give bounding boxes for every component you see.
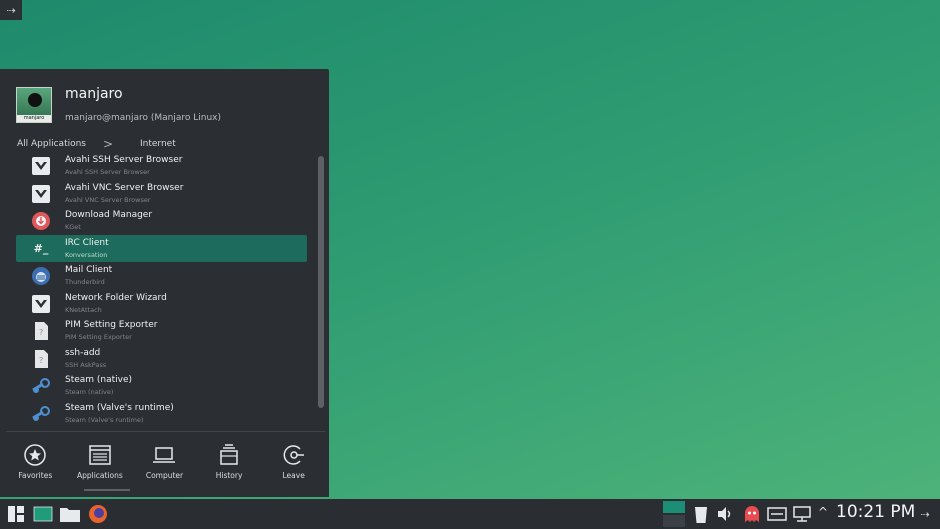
history-icon: [220, 444, 238, 465]
list-item[interactable]: Steam (native) Steam (native): [16, 372, 307, 400]
arrow-right-icon: ⇢: [6, 3, 16, 17]
steam-icon: [31, 404, 51, 424]
app-name: Avahi SSH Server Browser: [65, 155, 183, 165]
breadcrumb-all-applications[interactable]: All Applications: [17, 139, 86, 149]
tab-applications[interactable]: Applications: [68, 439, 133, 485]
app-subtitle: PIM Setting Exporter: [65, 333, 132, 341]
app-name: Network Folder Wizard: [65, 292, 167, 303]
application-launcher: manjaro manjaro manjaro@manjaro (Manjaro…: [0, 69, 329, 497]
app-name: Avahi VNC Server Browser: [65, 182, 184, 193]
breadcrumb-internet[interactable]: Internet: [140, 139, 176, 149]
app-name: IRC Client: [65, 237, 109, 248]
trash-icon[interactable]: [689, 502, 713, 526]
star-icon: [24, 444, 47, 466]
list-item[interactable]: Network Folder Wizard KNetAttach: [16, 290, 307, 318]
app-name: Steam (Valve's runtime): [65, 402, 174, 413]
svg-text:?: ?: [39, 328, 43, 337]
launcher-tabs: Favorites Applications Computer History …: [3, 439, 326, 485]
device-notifier-icon[interactable]: [765, 502, 789, 526]
app-list: Avahi SSH Server Browser Avahi SSH Serve…: [16, 152, 307, 428]
desktop-2[interactable]: [663, 515, 685, 527]
username: manjaro: [65, 86, 123, 102]
app-name: Steam (native): [65, 375, 133, 385]
network-icon[interactable]: [790, 502, 814, 526]
tab-leave[interactable]: Leave: [261, 439, 326, 485]
manjaro-launcher-icon[interactable]: [4, 502, 28, 526]
list-item[interactable]: Avahi VNC Server Browser Avahi VNC Serve…: [16, 180, 307, 208]
generic-file-icon: ?: [31, 321, 51, 341]
tab-computer[interactable]: Computer: [132, 439, 197, 485]
list-item[interactable]: Download Manager KGet: [16, 207, 307, 235]
tab-label: Applications: [76, 471, 123, 480]
app-subtitle: KNetAttach: [65, 305, 102, 314]
app-subtitle: SSH AskPass: [65, 360, 107, 369]
applications-icon: [89, 445, 111, 465]
app-name: Mail Client: [65, 265, 113, 275]
active-tab-indicator: [84, 489, 130, 491]
app-subtitle: Avahi SSH Server Browser: [65, 168, 150, 176]
update-notifier-icon[interactable]: [740, 502, 764, 526]
divider: [6, 431, 325, 432]
list-item[interactable]: Avahi SSH Server Browser Avahi SSH Serve…: [16, 152, 307, 180]
tab-favorites[interactable]: Favorites: [3, 439, 68, 485]
avatar[interactable]: manjaro: [16, 87, 52, 123]
app-subtitle: Konversation: [65, 250, 108, 259]
panel-settings-icon[interactable]: ⇢: [914, 502, 936, 526]
app-list-scrollbar[interactable]: [318, 156, 324, 408]
steam-icon: [31, 376, 51, 396]
user-host: manjaro@manjaro (Manjaro Linux): [65, 113, 222, 123]
knetattach-icon: [31, 294, 51, 314]
app-subtitle: Steam (Valve's runtime): [65, 415, 144, 424]
desktop-toolbox-button[interactable]: ⇢: [0, 0, 22, 20]
firefox-icon[interactable]: [86, 502, 110, 526]
list-item[interactable]: Mail Client Thunderbird: [16, 262, 307, 290]
app-name: Download Manager: [65, 210, 153, 220]
tab-label: Favorites: [18, 471, 53, 480]
taskbar: ^ 10:21 PM ⇢: [0, 499, 940, 529]
chevron-up-icon[interactable]: ^: [818, 505, 828, 519]
file-manager-icon[interactable]: [58, 502, 82, 526]
laptop-icon: [153, 447, 176, 463]
desktop-1[interactable]: [663, 501, 685, 513]
tab-label: Leave: [282, 471, 305, 480]
app-name: PIM Setting Exporter: [65, 320, 158, 330]
list-item[interactable]: ? ssh-add SSH AskPass: [16, 345, 307, 373]
virtual-desktop-pager[interactable]: [663, 501, 685, 527]
list-item-selected[interactable]: #_ IRC Client Konversation: [16, 234, 307, 262]
avahi-icon: [31, 156, 51, 176]
app-subtitle: KGet: [65, 223, 81, 231]
app-subtitle: Avahi VNC Server Browser: [65, 195, 151, 204]
breadcrumb-separator-icon: >: [103, 137, 114, 151]
generic-file-icon: ?: [31, 349, 51, 369]
app-name: ssh-add: [65, 347, 101, 358]
list-item[interactable]: Steam (Valve's runtime) Steam (Valve's r…: [16, 400, 307, 428]
app-subtitle: Thunderbird: [65, 278, 105, 286]
avatar-label: manjaro: [17, 115, 51, 122]
tab-label: Computer: [145, 471, 184, 480]
list-item[interactable]: ? PIM Setting Exporter PIM Setting Expor…: [16, 317, 307, 345]
thunderbird-icon: [31, 266, 51, 286]
volume-icon[interactable]: [713, 502, 737, 526]
digital-clock[interactable]: 10:21 PM: [836, 502, 915, 522]
leave-icon: [283, 445, 304, 465]
app-subtitle: Steam (native): [65, 388, 114, 396]
tab-history[interactable]: History: [197, 439, 262, 485]
show-desktop-icon[interactable]: [31, 502, 55, 526]
avahi-icon: [31, 184, 51, 204]
svg-text:?: ?: [39, 356, 43, 365]
kget-icon: [31, 211, 51, 231]
tab-label: History: [215, 471, 243, 480]
user-area: manjaro manjaro manjaro@manjaro (Manjaro…: [16, 85, 316, 135]
breadcrumb: All Applications > Internet: [17, 137, 317, 153]
konversation-icon: #_: [33, 242, 49, 255]
